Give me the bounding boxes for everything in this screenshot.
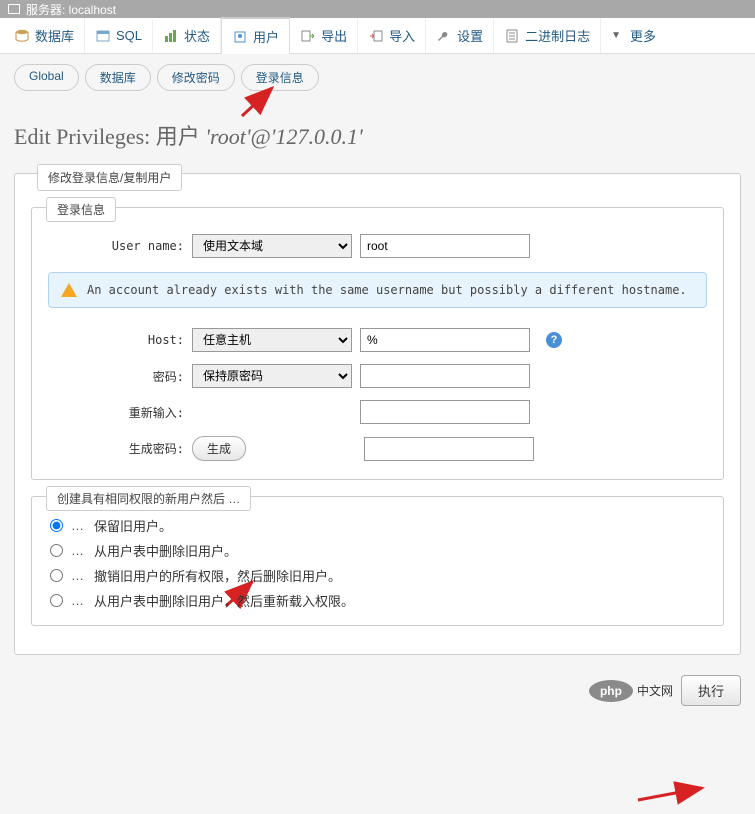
generated-password-input[interactable]	[364, 437, 534, 461]
tab-label: 用户	[253, 27, 279, 46]
warning-icon	[61, 283, 77, 297]
row-username: User name: 使用文本域	[44, 228, 711, 264]
host-mode-select[interactable]: 任意主机	[192, 328, 352, 352]
tab-label: 设置	[457, 26, 483, 45]
radio-option-delete[interactable]: … 从用户表中删除旧用户。	[38, 538, 717, 563]
annotation-arrow	[634, 778, 714, 808]
generate-button[interactable]: 生成	[192, 436, 246, 461]
radio-option-revoke[interactable]: … 撤销旧用户的所有权限，然后删除旧用户。	[38, 563, 717, 588]
after-create-legend: 创建具有相同权限的新用户然后 …	[46, 486, 251, 511]
ellipsis-icon: …	[71, 568, 86, 583]
generate-button-label: 生成	[207, 442, 231, 456]
username-mode-select[interactable]: 使用文本域	[192, 234, 352, 258]
users-icon	[232, 29, 248, 45]
tab-label: SQL	[116, 28, 142, 43]
help-icon[interactable]: ?	[546, 332, 562, 348]
tab-label: 二进制日志	[525, 26, 590, 45]
tab-binlog[interactable]: 二进制日志	[494, 18, 601, 53]
host-input[interactable]	[360, 328, 530, 352]
radio-label: 保留旧用户。	[94, 516, 172, 535]
password-label: 密码:	[44, 368, 184, 385]
radio-label: 从用户表中删除旧用户。	[94, 541, 237, 560]
warning-text: An account already exists with the same …	[87, 283, 687, 297]
radio-reload[interactable]	[50, 594, 63, 607]
tab-status[interactable]: 状态	[153, 18, 221, 53]
main-tabs: 数据库 SQL 状态 用户 导出 导入 设置	[0, 18, 755, 54]
wrench-icon	[436, 28, 452, 44]
footer: php 中文网 执行	[0, 667, 755, 718]
row-host: Host: 任意主机 ?	[44, 322, 711, 358]
ellipsis-icon: …	[71, 518, 86, 533]
sub-tab-label: 登录信息	[256, 71, 304, 85]
row-generate: 生成密码: 生成	[44, 430, 711, 467]
ellipsis-icon: …	[71, 543, 86, 558]
tab-label: 更多	[630, 26, 656, 45]
sub-tab-login[interactable]: 登录信息	[241, 64, 319, 91]
server-icon	[8, 4, 20, 14]
sub-tab-label: Global	[29, 69, 64, 83]
radio-delete[interactable]	[50, 544, 63, 557]
after-create-fieldset: 创建具有相同权限的新用户然后 … … 保留旧用户。 … 从用户表中删除旧用户。 …	[31, 496, 724, 626]
db-icon	[14, 28, 30, 44]
tab-import[interactable]: 导入	[358, 18, 426, 53]
sql-icon	[95, 28, 111, 44]
generate-label: 生成密码:	[44, 440, 184, 457]
export-icon	[300, 28, 316, 44]
ellipsis-icon: …	[71, 593, 86, 608]
php-text: 中文网	[637, 682, 673, 699]
sub-tabs: Global 数据库 修改密码 登录信息	[0, 54, 755, 101]
page-title: Edit Privileges: 用户 'root'@'127.0.0.1'	[0, 101, 755, 161]
username-input[interactable]	[360, 234, 530, 258]
retype-label: 重新输入:	[44, 404, 184, 421]
php-badge: php 中文网	[589, 680, 673, 702]
login-info-legend: 登录信息	[46, 197, 116, 222]
heading-prefix: Edit Privileges: 用户	[14, 124, 205, 149]
retype-input[interactable]	[360, 400, 530, 424]
row-password: 密码: 保持原密码	[44, 358, 711, 394]
tab-settings[interactable]: 设置	[426, 18, 494, 53]
row-retype: 重新输入:	[44, 394, 711, 430]
sub-tab-label: 修改密码	[172, 71, 220, 85]
tab-label: 状态	[184, 26, 210, 45]
tab-label: 数据库	[35, 26, 74, 45]
server-label: 服务器: localhost	[26, 1, 116, 18]
chevron-down-icon: ▼	[611, 30, 621, 41]
import-icon	[368, 28, 384, 44]
host-label: Host:	[44, 333, 184, 347]
heading-username: 'root'@'127.0.0.1'	[205, 124, 362, 149]
password-mode-select[interactable]: 保持原密码	[192, 364, 352, 388]
sub-tab-global[interactable]: Global	[14, 64, 79, 91]
radio-revoke[interactable]	[50, 569, 63, 582]
tab-users[interactable]: 用户	[221, 17, 290, 54]
outer-legend: 修改登录信息/复制用户	[37, 164, 182, 191]
radio-option-reload[interactable]: … 从用户表中删除旧用户，然后重新载入权限。	[38, 588, 717, 613]
execute-button[interactable]: 执行	[681, 675, 741, 706]
tab-label: 导入	[389, 26, 415, 45]
tab-sql[interactable]: SQL	[85, 20, 153, 52]
sub-tab-db[interactable]: 数据库	[85, 64, 151, 91]
radio-option-keep[interactable]: … 保留旧用户。	[38, 513, 717, 538]
warning-box: An account already exists with the same …	[48, 272, 707, 308]
password-input[interactable]	[360, 364, 530, 388]
sub-tab-label: 数据库	[100, 71, 136, 85]
binlog-icon	[504, 28, 520, 44]
tab-label: 导出	[321, 26, 347, 45]
tab-database[interactable]: 数据库	[4, 18, 85, 53]
tab-more[interactable]: ▼ 更多	[601, 18, 666, 53]
radio-label: 从用户表中删除旧用户，然后重新载入权限。	[94, 591, 354, 610]
username-label: User name:	[44, 239, 184, 253]
tab-export[interactable]: 导出	[290, 18, 358, 53]
server-breadcrumb: 服务器: localhost	[0, 0, 755, 18]
login-info-fieldset: 登录信息 User name: 使用文本域 An account already…	[31, 207, 724, 480]
radio-label: 撤销旧用户的所有权限，然后删除旧用户。	[94, 566, 341, 585]
execute-label: 执行	[698, 684, 724, 699]
status-icon	[163, 28, 179, 44]
sub-tab-changepw[interactable]: 修改密码	[157, 64, 235, 91]
outer-fieldset: 修改登录信息/复制用户 登录信息 User name: 使用文本域 An acc…	[14, 173, 741, 655]
radio-keep[interactable]	[50, 519, 63, 532]
php-logo: php	[589, 680, 633, 702]
